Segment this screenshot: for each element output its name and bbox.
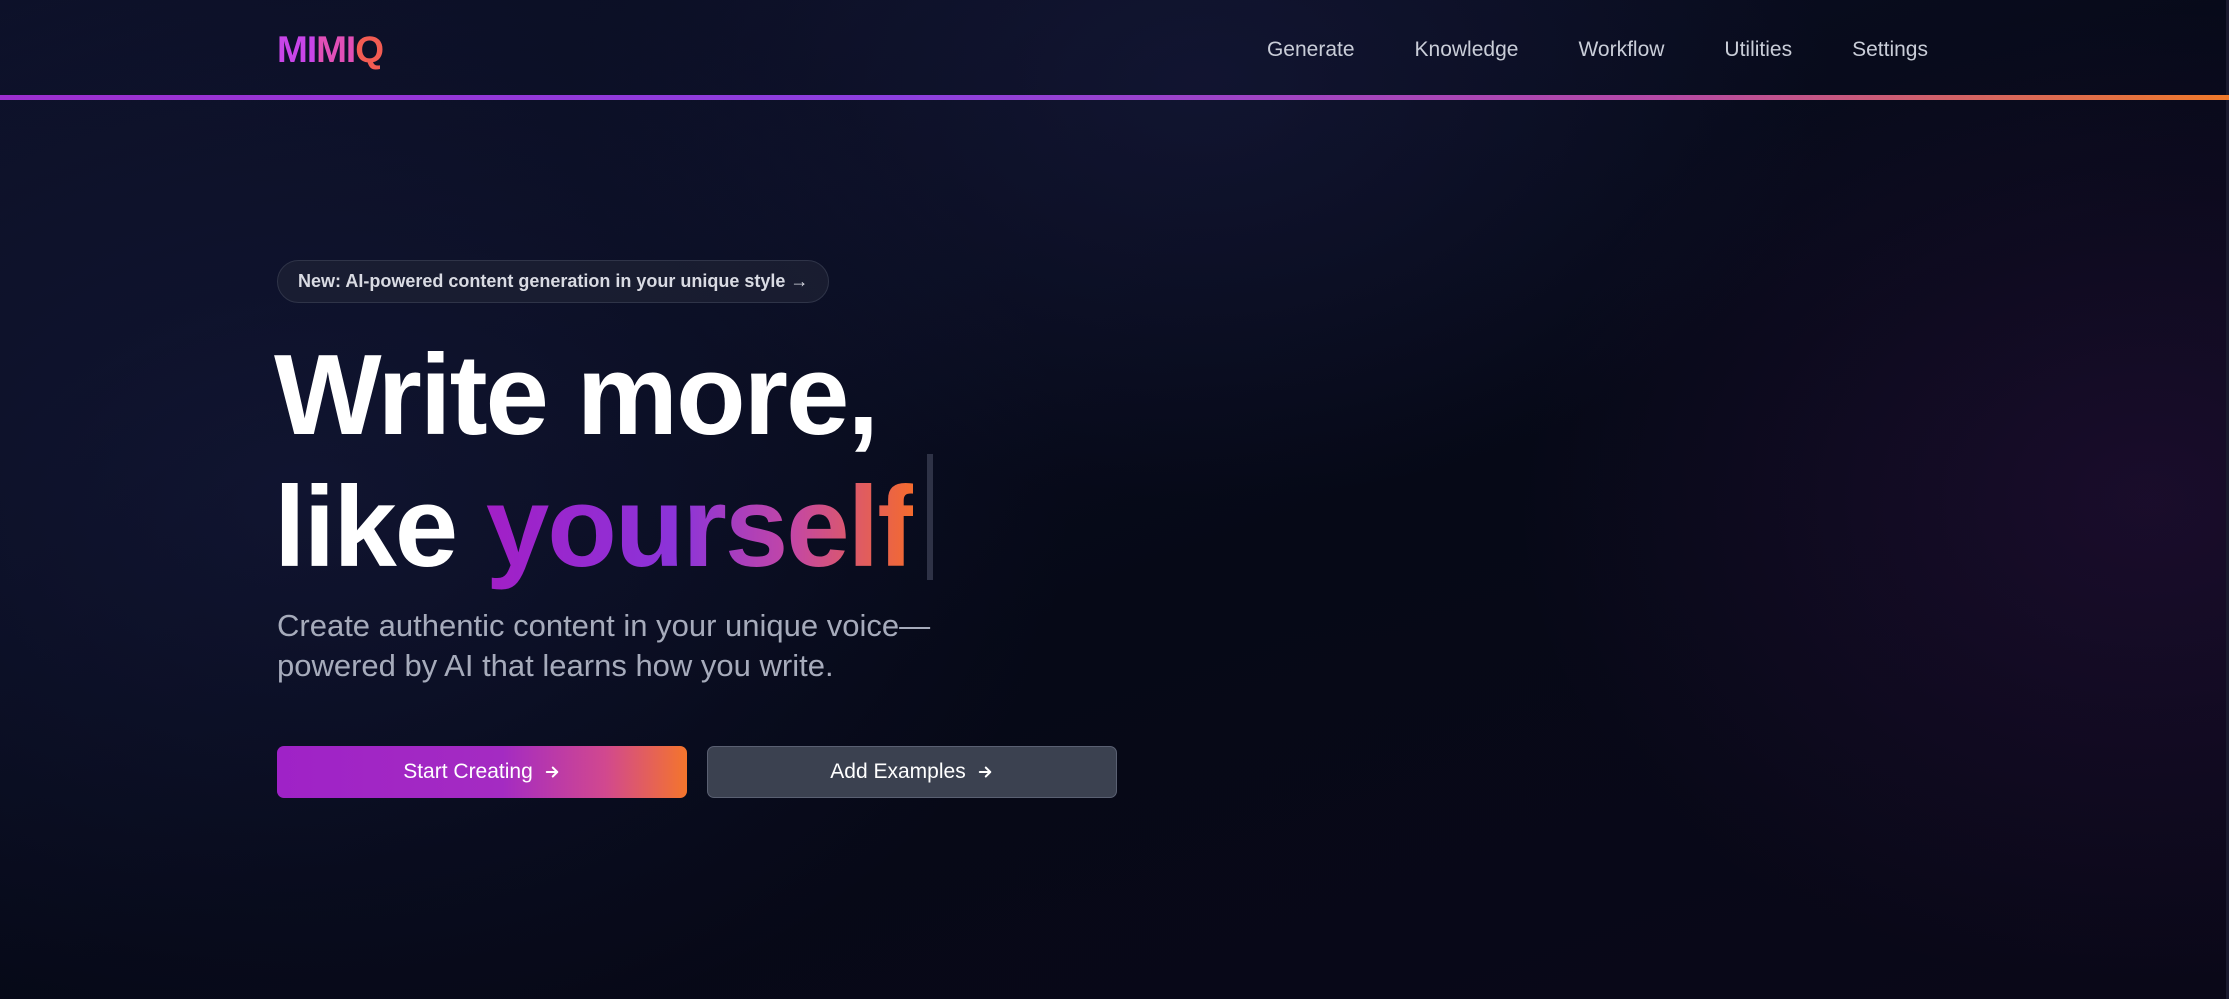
nav-link-utilities[interactable]: Utilities [1724, 36, 1792, 64]
logo[interactable]: MIMIQ [277, 28, 384, 72]
announcement-badge[interactable]: New: AI-powered content generation in yo… [277, 260, 830, 303]
headline-accent-word: yourself [485, 464, 915, 591]
logo-part-3: Q [355, 29, 384, 70]
arrow-right-icon [545, 766, 559, 778]
logo-part-2: MI [316, 29, 356, 70]
subtitle-line-2: powered by AI that learns how you write. [277, 648, 834, 683]
typing-cursor [927, 454, 934, 580]
start-creating-label: Start Creating [403, 760, 533, 783]
add-examples-label: Add Examples [830, 760, 966, 783]
top-navigation: MIMIQ Generate Knowledge Workflow Utilit… [0, 0, 2229, 100]
headline-prefix: like [274, 464, 486, 591]
nav-gradient-divider [0, 95, 2229, 100]
hero-subtitle: Create authentic content in your unique … [277, 606, 997, 686]
nav-link-knowledge[interactable]: Knowledge [1415, 36, 1519, 64]
arrow-right-icon [978, 766, 991, 778]
nav-link-settings[interactable]: Settings [1852, 36, 1928, 64]
nav-links: Generate Knowledge Workflow Utilities Se… [1267, 36, 1928, 64]
headline-line-2: like yourself [274, 454, 934, 586]
subtitle-line-1: Create authentic content in your unique … [277, 608, 931, 643]
add-examples-button[interactable]: Add Examples [707, 746, 1117, 798]
nav-link-workflow[interactable]: Workflow [1578, 36, 1664, 64]
headline-line-1: Write more, [274, 332, 879, 459]
nav-link-generate[interactable]: Generate [1267, 36, 1355, 64]
hero-headline: Write more, like yourself [274, 332, 934, 586]
start-creating-button[interactable]: Start Creating [277, 746, 687, 798]
logo-part-1: MI [277, 29, 317, 70]
